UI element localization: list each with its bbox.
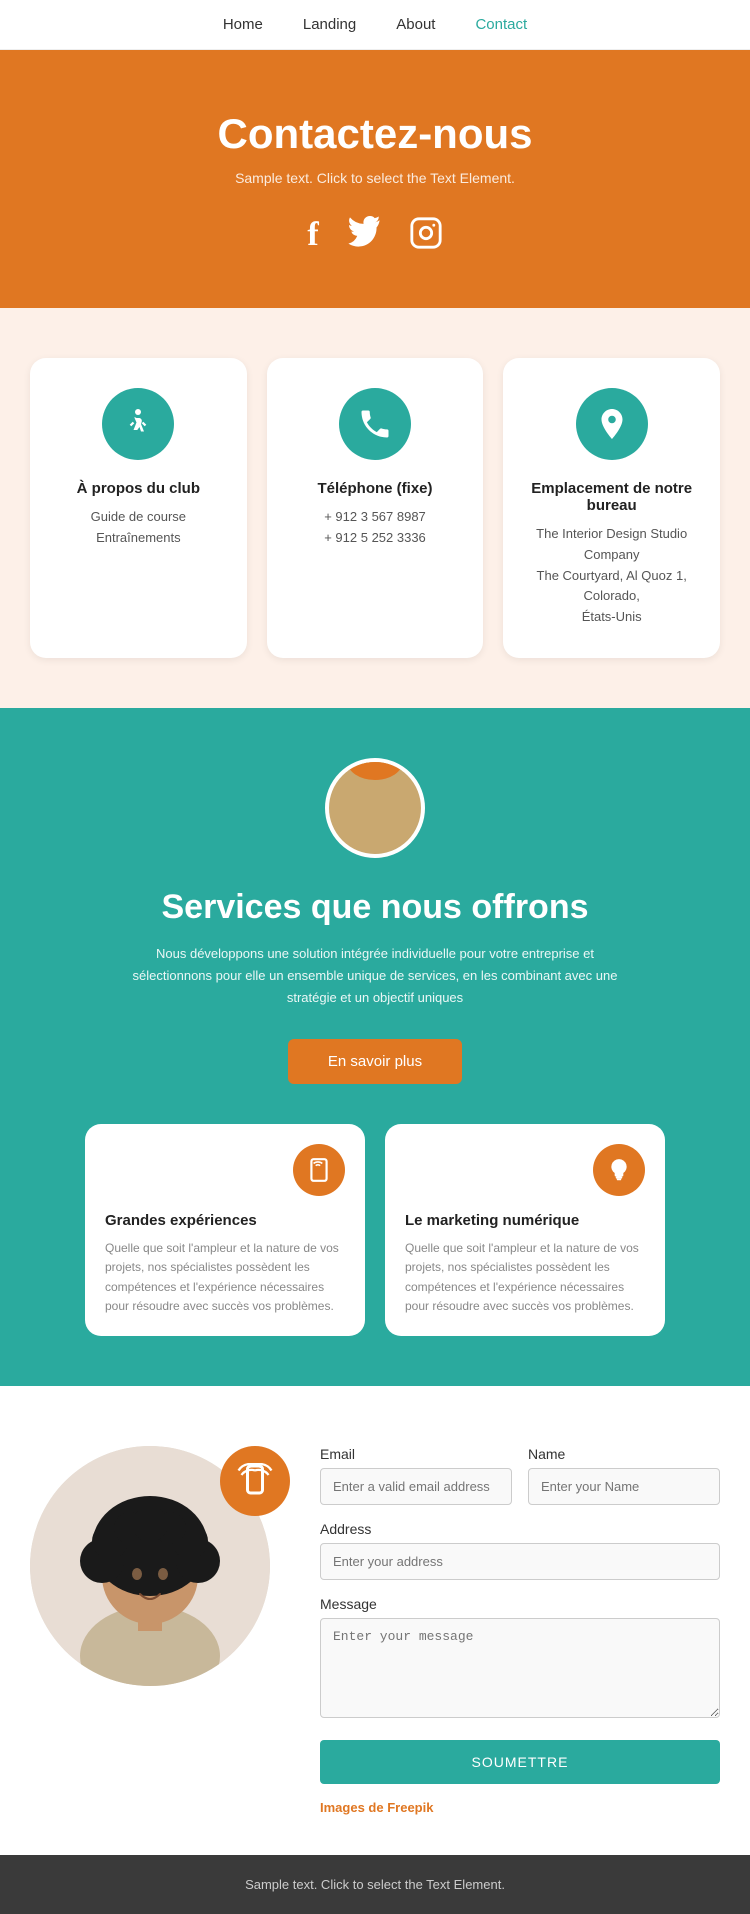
name-input[interactable] [528, 1468, 720, 1505]
location-title: Emplacement de notre bureau [523, 480, 700, 514]
avatar [325, 758, 425, 858]
nav-home[interactable]: Home [223, 16, 263, 33]
phone-line1: + 912 3 567 8987 [287, 507, 464, 528]
nav-about[interactable]: About [396, 16, 435, 33]
phone-badge-icon [220, 1446, 290, 1516]
email-group: Email [320, 1446, 512, 1505]
hero-title: Contactez-nous [40, 110, 710, 158]
nav-contact[interactable]: Contact [475, 16, 527, 33]
location-line2: The Courtyard, Al Quoz 1, Colorado, [523, 566, 700, 608]
instagram-icon[interactable] [409, 216, 443, 258]
nav-landing[interactable]: Landing [303, 16, 356, 33]
freepik-brand: Freepik [387, 1800, 433, 1815]
freepik-note: Images de Freepik [320, 1800, 720, 1815]
info-card-club: À propos du club Guide de course Entraîn… [30, 358, 247, 658]
mkt-title: Le marketing numérique [405, 1212, 645, 1229]
social-icons: f [40, 216, 710, 258]
info-card-location: Emplacement de notre bureau The Interior… [503, 358, 720, 658]
mkt-text: Quelle que soit l'ampleur et la nature d… [405, 1239, 645, 1316]
service-card-marketing: Le marketing numérique Quelle que soit l… [385, 1124, 665, 1336]
exp-text: Quelle que soit l'ampleur et la nature d… [105, 1239, 345, 1316]
services-description: Nous développons une solution intégrée i… [115, 943, 635, 1009]
exp-title: Grandes expériences [105, 1212, 345, 1229]
email-label: Email [320, 1446, 512, 1462]
service-cards: Grandes expériences Quelle que soit l'am… [30, 1124, 720, 1336]
submit-button[interactable]: SOUMETTRE [320, 1740, 720, 1784]
contact-form: Email Name Address Message SOUMETTRE Ima… [320, 1446, 720, 1815]
address-input[interactable] [320, 1543, 720, 1580]
navigation: Home Landing About Contact [0, 0, 750, 50]
club-icon [102, 388, 174, 460]
footer: Sample text. Click to select the Text El… [0, 1855, 750, 1914]
info-section: À propos du club Guide de course Entraîn… [0, 308, 750, 708]
contact-portrait-area [30, 1446, 290, 1766]
name-label: Name [528, 1446, 720, 1462]
location-icon [576, 388, 648, 460]
message-label: Message [320, 1596, 720, 1612]
club-line2: Entraînements [50, 528, 227, 549]
phone-icon [339, 388, 411, 460]
location-line3: États-Unis [523, 607, 700, 628]
info-card-phone: Téléphone (fixe) + 912 3 567 8987 + 912 … [267, 358, 484, 658]
bulb-icon [593, 1144, 645, 1196]
hero-section: Contactez-nous Sample text. Click to sel… [0, 50, 750, 308]
message-group: Message [320, 1596, 720, 1718]
service-card-experiences: Grandes expériences Quelle que soit l'am… [85, 1124, 365, 1336]
club-title: À propos du club [50, 480, 227, 497]
phone-title: Téléphone (fixe) [287, 480, 464, 497]
freepik-text: Images de [320, 1800, 384, 1815]
services-title: Services que nous offrons [30, 888, 720, 927]
services-section: Services que nous offrons Nous développo… [0, 708, 750, 1386]
twitter-icon[interactable] [347, 216, 381, 258]
hero-subtitle: Sample text. Click to select the Text El… [40, 170, 710, 186]
name-group: Name [528, 1446, 720, 1505]
facebook-icon[interactable]: f [307, 216, 318, 258]
mobile-icon [293, 1144, 345, 1196]
footer-text: Sample text. Click to select the Text El… [22, 1877, 728, 1892]
address-label: Address [320, 1521, 720, 1537]
learn-more-button[interactable]: En savoir plus [288, 1039, 462, 1084]
address-group: Address [320, 1521, 720, 1580]
phone-line2: + 912 5 252 3336 [287, 528, 464, 549]
email-input[interactable] [320, 1468, 512, 1505]
message-input[interactable] [320, 1618, 720, 1718]
club-line1: Guide de course [50, 507, 227, 528]
email-name-row: Email Name [320, 1446, 720, 1505]
location-line1: The Interior Design Studio Company [523, 524, 700, 566]
contact-section: Email Name Address Message SOUMETTRE Ima… [0, 1386, 750, 1855]
